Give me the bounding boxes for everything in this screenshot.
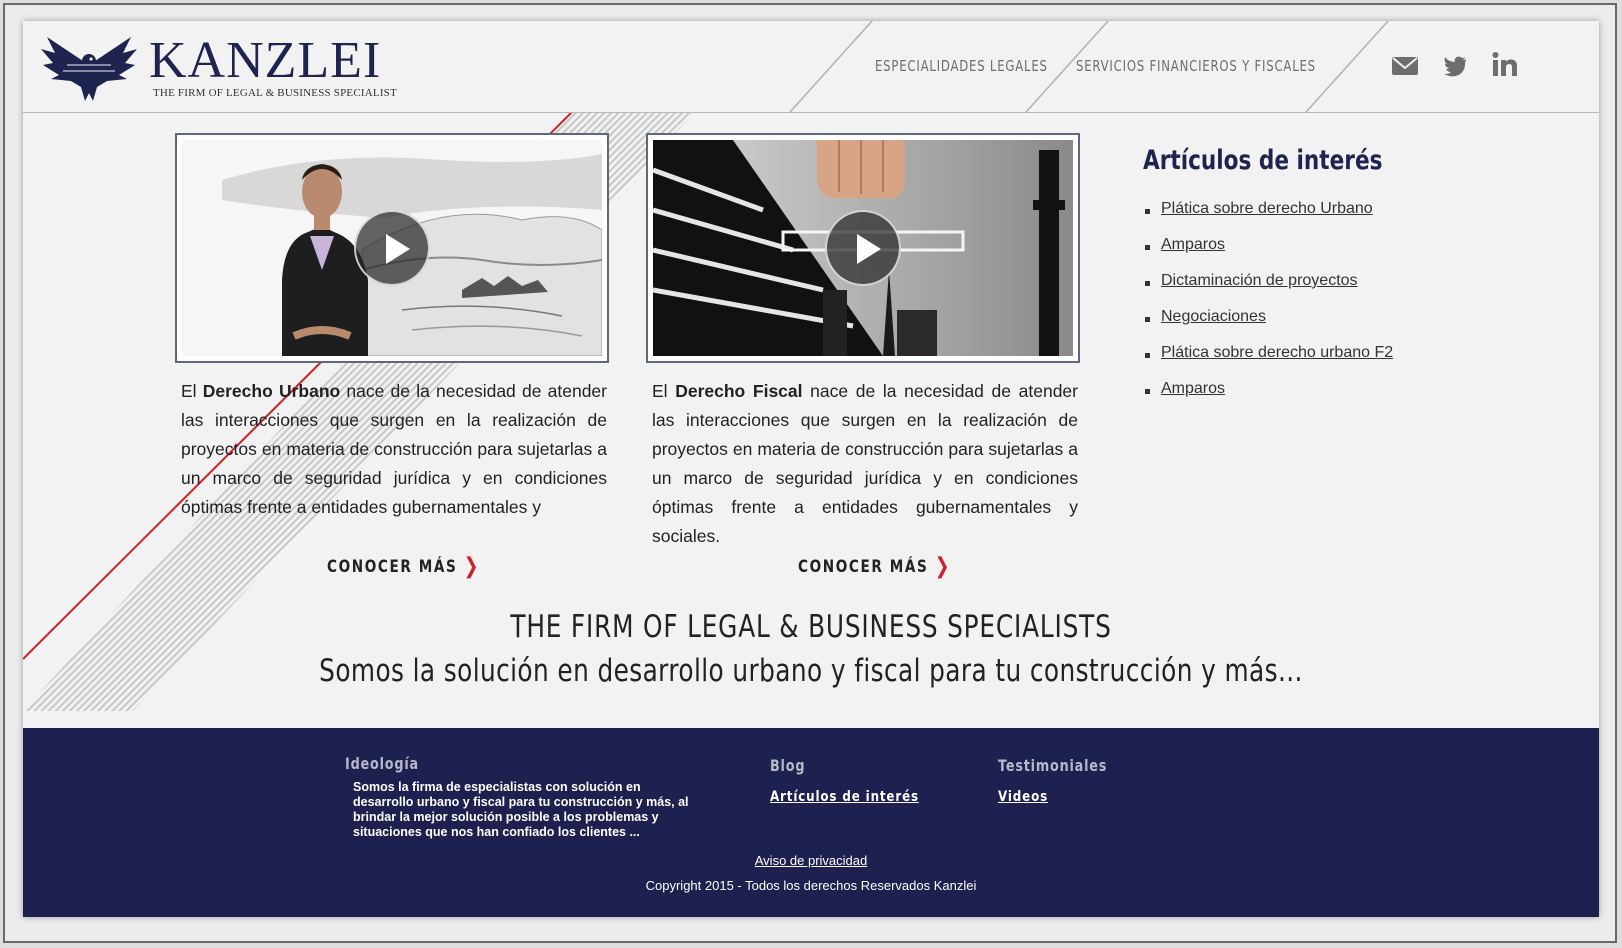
linkedin-icon[interactable] (1491, 47, 1519, 83)
list-item: Amparos (1143, 236, 1563, 272)
twitter-icon[interactable] (1442, 47, 1468, 83)
articles-sidebar: Artículos de interés Plática sobre derec… (1143, 145, 1563, 416)
card-lead: El (652, 381, 676, 401)
nav-divider (1304, 21, 1389, 113)
list-item: Negociaciones (1143, 308, 1563, 344)
card-lead: El (181, 381, 203, 401)
card-description: El Derecho Urbano nace de la necesidad d… (181, 377, 607, 522)
card-topic: Derecho Fiscal (675, 381, 803, 401)
list-item: Plática sobre derecho urbano F2 (1143, 344, 1563, 380)
tagline-heading: THE FIRM OF LEGAL & BUSINESS SPECIALISTS (510, 609, 1112, 645)
footer-blog-link[interactable]: Artículos de interés (770, 789, 919, 805)
card-description: El Derecho Fiscal nace de la necesidad d… (652, 377, 1078, 551)
article-link[interactable]: Amparos (1161, 236, 1225, 253)
articles-list: Plática sobre derecho Urbano Amparos Dic… (1143, 200, 1563, 416)
video-thumbnail (182, 140, 602, 356)
conocer-mas-link[interactable]: CONOCER MÁS ❯ (327, 553, 481, 579)
list-item: Dictaminación de proyectos (1143, 272, 1563, 308)
article-link[interactable]: Plática sobre derecho Urbano (1161, 200, 1373, 217)
nav-servicios-financieros[interactable]: SERVICIOS FINANCIEROS Y FISCALES (1076, 57, 1316, 75)
site-footer: Ideología Somos la firma de especialista… (23, 728, 1599, 917)
nav-especialidades-legales[interactable]: ESPECIALIDADES LEGALES (875, 57, 1048, 75)
conocer-mas-label: CONOCER MÁS (327, 557, 458, 577)
article-link[interactable]: Negociaciones (1161, 308, 1266, 325)
play-button[interactable] (825, 210, 901, 286)
brand-tagline: THE FIRM OF LEGAL & BUSINESS SPECIALIST (153, 87, 397, 99)
chevron-right-icon: ❯ (463, 554, 481, 579)
nav-divider (788, 21, 873, 113)
article-link[interactable]: Dictaminación de proyectos (1161, 272, 1358, 289)
article-link[interactable]: Amparos (1161, 380, 1225, 397)
page: KANZLEI THE FIRM OF LEGAL & BUSINESS SPE… (23, 21, 1599, 917)
brand-name: KANZLEI (149, 32, 382, 89)
video-player[interactable] (175, 133, 609, 363)
conocer-mas-link[interactable]: CONOCER MÁS ❯ (798, 553, 952, 579)
footer-blog-title: Blog (770, 756, 806, 775)
footer-privacy: Aviso de privacidad (23, 853, 1599, 868)
site-header: KANZLEI THE FIRM OF LEGAL & BUSINESS SPE… (23, 21, 1599, 113)
card-topic: Derecho Urbano (202, 381, 341, 401)
footer-ideologia-title: Ideología (345, 754, 419, 773)
tagline-subheading: Somos la solución en desarrollo urbano y… (319, 653, 1303, 689)
list-item: Plática sobre derecho Urbano (1143, 200, 1563, 236)
list-item: Amparos (1143, 380, 1563, 416)
articles-title: Artículos de interés (1143, 145, 1383, 176)
card-body: nace de la necesidad de atender las inte… (181, 381, 607, 517)
video-player[interactable] (646, 133, 1080, 363)
video-thumbnail (653, 140, 1073, 356)
article-link[interactable]: Plática sobre derecho urbano F2 (1161, 344, 1393, 361)
chevron-right-icon: ❯ (934, 554, 952, 579)
footer-ideologia-text: Somos la firma de especialistas con solu… (353, 780, 689, 839)
footer-copyright: Copyright 2015 - Todos los derechos Rese… (645, 878, 977, 893)
conocer-mas-label: CONOCER MÁS (798, 557, 929, 577)
site-logo[interactable]: KANZLEI THE FIRM OF LEGAL & BUSINESS SPE… (37, 32, 437, 105)
play-button[interactable] (354, 210, 430, 286)
card-body: nace de la necesidad de atender las inte… (652, 381, 1078, 546)
privacy-link[interactable]: Aviso de privacidad (755, 853, 868, 868)
mail-icon[interactable] (1391, 47, 1419, 83)
eagle-logo-icon (41, 37, 137, 101)
footer-testimoniales-title: Testimoniales (998, 756, 1108, 775)
footer-videos-link[interactable]: Videos (998, 789, 1048, 805)
